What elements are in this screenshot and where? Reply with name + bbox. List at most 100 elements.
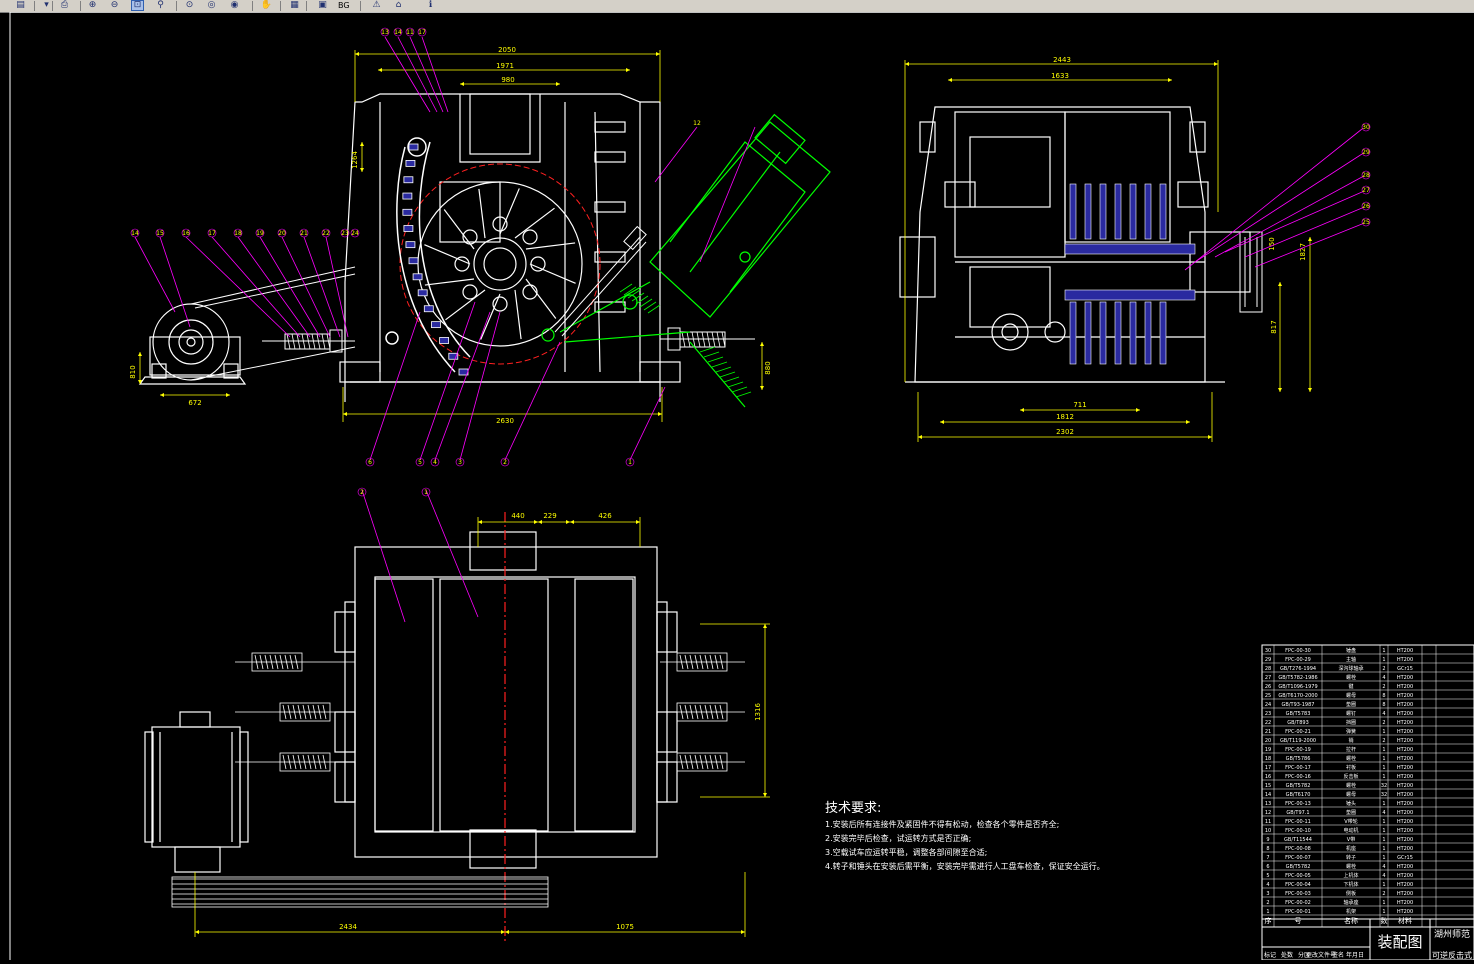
dim-side-base3: 2302 [1056, 428, 1074, 436]
dim-top-d1: 440 [511, 512, 524, 520]
bom-cell: FPC-00-07 [1285, 855, 1311, 861]
bom-cell: HT200 [1397, 702, 1413, 708]
bom-cell: HT200 [1397, 684, 1413, 690]
bom-cell: 螺栓 [1346, 755, 1356, 762]
liner-tooth [402, 192, 413, 200]
bom-cell: FPC-00-05 [1285, 873, 1311, 879]
bom-cell: HT200 [1397, 864, 1413, 870]
info-icon[interactable]: ℹ [424, 0, 437, 11]
bom-cell: 1 [1382, 819, 1385, 825]
callout-number: 1 [424, 489, 428, 496]
title-footer-cell: 标记 [1264, 951, 1276, 959]
liner-tooth [403, 225, 414, 232]
bom-cell: 1 [1382, 828, 1385, 834]
bom-cell: GB/T6170 [1286, 792, 1311, 798]
callout-number: 24 [351, 230, 359, 237]
pan-icon[interactable]: ✋ [260, 0, 273, 11]
bom-cell: FPC-00-29 [1285, 657, 1311, 663]
bom-cell: 18 [1265, 756, 1271, 762]
print-icon[interactable]: ⎙ [58, 0, 71, 11]
callout-number: 17 [208, 230, 216, 237]
callout-number: 2 [360, 489, 364, 496]
callout-number: 4 [433, 459, 437, 466]
dim-slope: 1264 [351, 151, 359, 169]
bom-cell: FPC-00-08 [1285, 846, 1311, 852]
drawing-subtitle: 可逆反击式 [1432, 950, 1472, 960]
bom-cell: GB/T5782 [1286, 864, 1311, 870]
hammer-plate [1159, 183, 1167, 240]
bom-cell: FPC-00-02 [1285, 900, 1311, 906]
bom-cell: FPC-00-13 [1285, 801, 1311, 807]
side-view: 2443 1633 711 1812 2302 1827 817 150 30 2… [899, 56, 1371, 442]
bom-cell: FPC-00-21 [1285, 729, 1311, 735]
bom-cell: 1 [1382, 900, 1385, 906]
properties-icon[interactable]: ▤ [14, 0, 27, 11]
drawing-canvas[interactable]: 2050 1971 980 2630 672 810 880 1264 14 1… [0, 11, 1474, 961]
open-spring-coil [731, 386, 748, 393]
open-spring-coil [727, 381, 744, 388]
zoom-previous-icon[interactable]: ◎ [205, 0, 218, 11]
spring-assembly-right [660, 327, 755, 351]
toolbar-separator [306, 1, 307, 11]
top-callouts: 21 [357, 487, 431, 497]
adjusting-rod [554, 225, 647, 337]
hammer-plate [1144, 183, 1152, 240]
callout-number: 27 [1362, 187, 1370, 194]
liner-tooth [431, 321, 441, 329]
zoom-in-icon[interactable]: ⊕ [86, 0, 99, 11]
hammer-plate [1099, 183, 1107, 240]
title-footer: 标记 处数 分区更改文件号签名 年月日 [1264, 951, 1364, 959]
callout-number: 21 [300, 230, 308, 237]
bom-cell: 12 [1265, 810, 1271, 816]
bom-cell: 下机体 [1343, 881, 1358, 888]
bom-cell: GB/T5782-1986 [1278, 675, 1317, 681]
bom-cell: 螺栓 [1346, 782, 1356, 789]
bom-cell: HT200 [1397, 846, 1413, 852]
top-springs [235, 652, 745, 772]
bom-cell: 2 [1382, 738, 1385, 744]
dim-side-inner: 1633 [1051, 72, 1069, 80]
monitor-icon[interactable]: ▣ [316, 0, 329, 11]
bom-cell: 2 [1266, 900, 1269, 906]
bom-header-cell: 材料 [1398, 916, 1412, 925]
bom-cell: 28 [1265, 666, 1271, 672]
bom-cell: 8 [1266, 846, 1269, 852]
bom-cell: 16 [1265, 774, 1271, 780]
bom-cell: 机架 [1346, 908, 1356, 915]
bom-cell: 4 [1382, 810, 1385, 816]
bg-toggle-button[interactable]: BG [338, 0, 350, 11]
hammer-arm [443, 209, 475, 250]
bom-cell: 8 [1382, 693, 1385, 699]
hammer-arm [499, 188, 520, 235]
top-body [334, 512, 678, 942]
bom-cell: HT200 [1397, 828, 1413, 834]
main-shaft [1064, 243, 1196, 255]
bom-cell: 2 [1382, 684, 1385, 690]
open-spring-coil [719, 371, 736, 378]
zoom-realtime-icon[interactable]: ⚲ [154, 0, 167, 11]
bom-cell: 螺栓 [1346, 674, 1356, 681]
bom-cell: HT200 [1397, 747, 1413, 753]
globe-icon[interactable]: ◉ [228, 0, 241, 11]
toolbar-separator [80, 1, 81, 11]
open-spring-coil [715, 366, 732, 373]
bom-cell: 13 [1265, 801, 1271, 807]
zoom-window-icon[interactable]: ⊡ [131, 0, 144, 11]
callout-number: 13 [381, 29, 389, 36]
layer-icon[interactable]: ▦ [288, 0, 301, 11]
bom-cell: 4 [1382, 873, 1385, 879]
bom-cell: 螺母 [1346, 791, 1356, 798]
top-dimensions [194, 517, 770, 937]
tech-requirements: 技术要求: 1.安装后所有连接件及紧固件不得有松动，检查各个零件是否齐全; 2.… [825, 801, 1105, 871]
zoom-out-icon[interactable]: ⊖ [108, 0, 121, 11]
bom-cell: 拉杆 [1346, 746, 1356, 753]
hammer-plate [1069, 183, 1077, 240]
bom-cell: GB/T97.1 [1286, 810, 1309, 816]
warning-icon[interactable]: ⚠ [370, 0, 383, 11]
bom-cell: 螺钉 [1346, 710, 1356, 717]
bom-cell: 1 [1382, 909, 1385, 915]
bom-cell: FPC-00-19 [1285, 747, 1311, 753]
dim-side-right-h: 817 [1270, 320, 1278, 333]
home-icon[interactable]: ⌂ [392, 0, 405, 11]
zoom-extents-icon[interactable]: ⊙ [183, 0, 196, 11]
